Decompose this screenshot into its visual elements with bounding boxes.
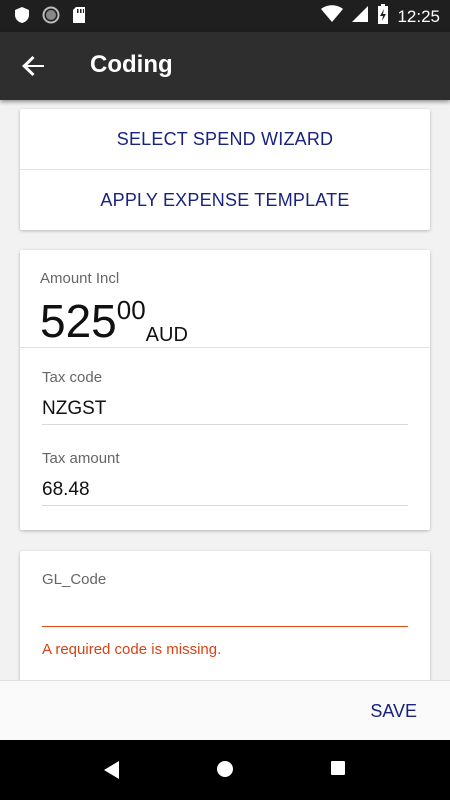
status-left-icons — [14, 6, 86, 29]
amount-card: Amount Incl 52500AUD Tax code NZGST Tax … — [20, 250, 430, 530]
recents-square-icon[interactable] — [330, 760, 350, 780]
tax-code-field[interactable]: NZGST — [42, 398, 106, 420]
sd-card-icon — [72, 6, 86, 29]
gl-code-error: A required code is missing. — [42, 641, 222, 658]
status-bar: 12:25 — [0, 0, 450, 32]
app-bar: Coding — [0, 32, 450, 100]
circle-icon — [42, 6, 60, 29]
select-spend-wizard-button[interactable]: SELECT SPEND WIZARD — [20, 109, 430, 169]
amount-label: Amount Incl — [40, 270, 120, 287]
gl-code-underline — [42, 626, 408, 627]
status-time: 12:25 — [397, 6, 440, 26]
actions-card: SELECT SPEND WIZARD APPLY EXPENSE TEMPLA… — [20, 109, 430, 230]
tax-code-label: Tax code — [42, 369, 103, 386]
amount-cents: 00 — [116, 295, 146, 325]
wifi-icon — [321, 5, 344, 28]
content-area[interactable]: SELECT SPEND WIZARD APPLY EXPENSE TEMPLA… — [0, 100, 450, 680]
tax-amount-underline — [42, 505, 408, 506]
gl-code-card: GL_Code A required code is missing. — [20, 551, 430, 680]
arrow-left-icon[interactable] — [20, 52, 48, 80]
apply-expense-template-button[interactable]: APPLY EXPENSE TEMPLATE — [20, 169, 430, 230]
shield-icon — [14, 6, 30, 29]
back-triangle-icon[interactable] — [103, 760, 123, 780]
amount-value: 52500AUD — [40, 294, 188, 348]
tax-amount-field[interactable]: 68.48 — [42, 479, 90, 501]
home-circle-icon[interactable] — [216, 760, 236, 780]
divider — [20, 347, 430, 348]
tax-amount-label: Tax amount — [42, 450, 120, 467]
save-button[interactable]: SAVE — [370, 701, 417, 722]
signal-icon — [351, 5, 369, 28]
amount-main: 525 — [40, 295, 117, 347]
page-title: Coding — [90, 51, 173, 78]
gl-code-label: GL_Code — [42, 571, 107, 588]
bottom-action-bar: SAVE — [0, 680, 450, 740]
status-right-icons: 12:25 — [321, 4, 440, 29]
amount-currency: AUD — [145, 324, 188, 346]
tax-code-underline — [42, 424, 408, 425]
battery-charging-icon — [377, 4, 389, 29]
system-nav-bar — [0, 740, 450, 800]
